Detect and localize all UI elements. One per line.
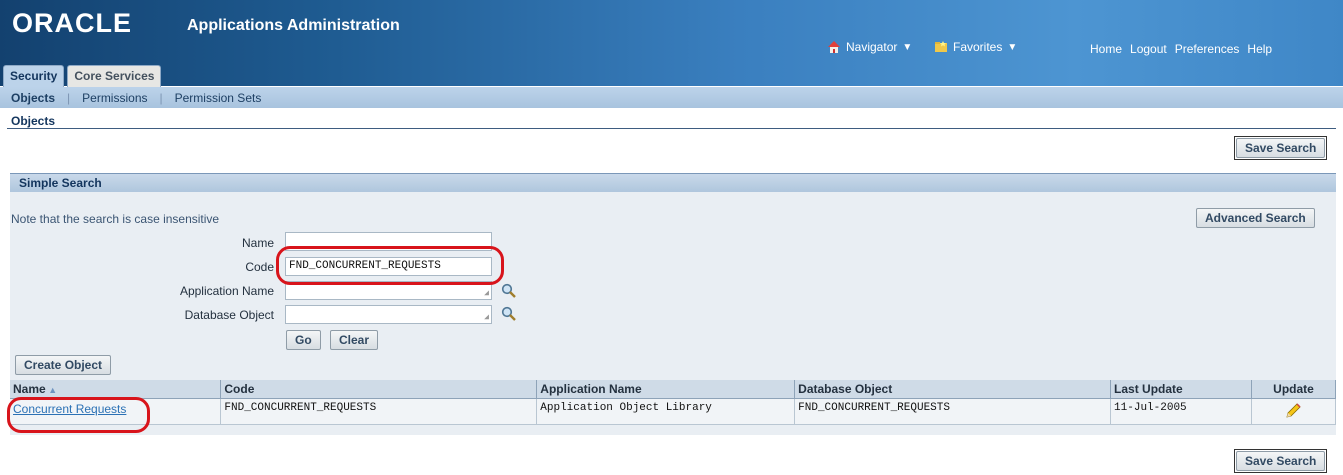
pencil-edit-icon[interactable] — [1284, 402, 1302, 420]
clear-button[interactable]: Clear — [330, 330, 379, 350]
preferences-link[interactable]: Preferences — [1175, 42, 1240, 56]
favorites-folder-icon — [935, 41, 947, 52]
column-header-last-update[interactable]: Last Update — [1110, 380, 1252, 399]
code-highlight-annotation — [276, 246, 504, 285]
column-header-name[interactable]: Name ▲ — [10, 380, 222, 399]
subtab-objects[interactable]: Objects — [11, 91, 55, 105]
global-header: ORACLE Applications Administration Navig… — [0, 0, 1343, 86]
cell-application-name: Application Object Library — [536, 398, 796, 425]
database-object-label: Database Object — [184, 308, 274, 322]
navigator-label: Navigator — [846, 40, 898, 54]
column-header-application-name[interactable]: Application Name — [536, 380, 796, 399]
favorites-menu[interactable]: Favorites ▼ — [934, 40, 1017, 54]
chevron-down-icon: ▼ — [1007, 41, 1018, 53]
chevron-down-icon: ▼ — [902, 41, 913, 53]
table-header-row: Name ▲ Code Application Name Database Ob… — [10, 380, 1337, 399]
simple-search-header: Simple Search — [10, 173, 1336, 192]
tab-security[interactable]: Security — [3, 65, 65, 87]
home-link[interactable]: Home — [1090, 42, 1122, 56]
navigator-menu[interactable]: Navigator ▼ — [827, 40, 912, 54]
column-header-update: Update — [1251, 380, 1337, 399]
save-search-bottom-frame: Save Search — [1234, 449, 1328, 473]
cell-update — [1251, 398, 1337, 425]
name-label: Name — [241, 236, 274, 250]
save-search-button-bottom[interactable]: Save Search — [1236, 451, 1326, 471]
cell-code: FND_CONCURRENT_REQUESTS — [220, 398, 538, 425]
column-name-label: Name — [13, 381, 46, 396]
home-icon — [828, 41, 840, 53]
save-search-button-top[interactable]: Save Search — [1236, 138, 1326, 158]
resize-grip-icon: ◢ — [484, 313, 489, 322]
advanced-search-button[interactable]: Advanced Search — [1196, 208, 1315, 228]
column-header-database-object[interactable]: Database Object — [794, 380, 1112, 399]
code-label: Code — [245, 260, 274, 274]
name-highlight-annotation — [7, 397, 150, 433]
separator: | — [67, 90, 71, 105]
subtab-permissions[interactable]: Permissions — [82, 91, 147, 105]
separator: | — [159, 90, 163, 105]
subtab-bar: Objects | Permissions | Permission Sets — [0, 87, 1343, 108]
database-object-field[interactable]: ◢ — [285, 305, 492, 324]
application-name-label: Application Name — [179, 284, 274, 298]
resize-grip-icon: ◢ — [484, 289, 489, 298]
subtab-permission-sets[interactable]: Permission Sets — [175, 91, 262, 105]
page-title: Objects — [11, 114, 56, 128]
create-object-button[interactable]: Create Object — [15, 355, 112, 375]
sort-ascending-icon: ▲ — [45, 384, 58, 395]
case-insensitive-note: Note that the search is case insensitive — [11, 212, 220, 226]
save-search-top-frame: Save Search — [1234, 136, 1328, 160]
column-header-code[interactable]: Code — [220, 380, 538, 399]
tab-bar: Security Core Services — [3, 65, 162, 87]
logout-link[interactable]: Logout — [1130, 42, 1167, 56]
app-title: Applications Administration — [187, 17, 400, 34]
tab-core-services[interactable]: Core Services — [67, 65, 162, 87]
go-button[interactable]: Go — [286, 330, 321, 350]
oracle-logo: ORACLE — [12, 8, 132, 38]
title-divider — [7, 128, 1336, 129]
favorites-label: Favorites — [953, 40, 1003, 54]
global-links: Home Logout Preferences Help — [1090, 42, 1272, 56]
cell-last-update: 11-Jul-2005 — [1110, 398, 1252, 425]
search-icon[interactable] — [501, 306, 517, 322]
search-icon[interactable] — [501, 283, 517, 299]
help-link[interactable]: Help — [1247, 42, 1272, 56]
table-row: Concurrent Requests FND_CONCURRENT_REQUE… — [10, 398, 1337, 425]
cell-database-object: FND_CONCURRENT_REQUESTS — [794, 398, 1112, 425]
results-table: Name ▲ Code Application Name Database Ob… — [10, 380, 1337, 425]
